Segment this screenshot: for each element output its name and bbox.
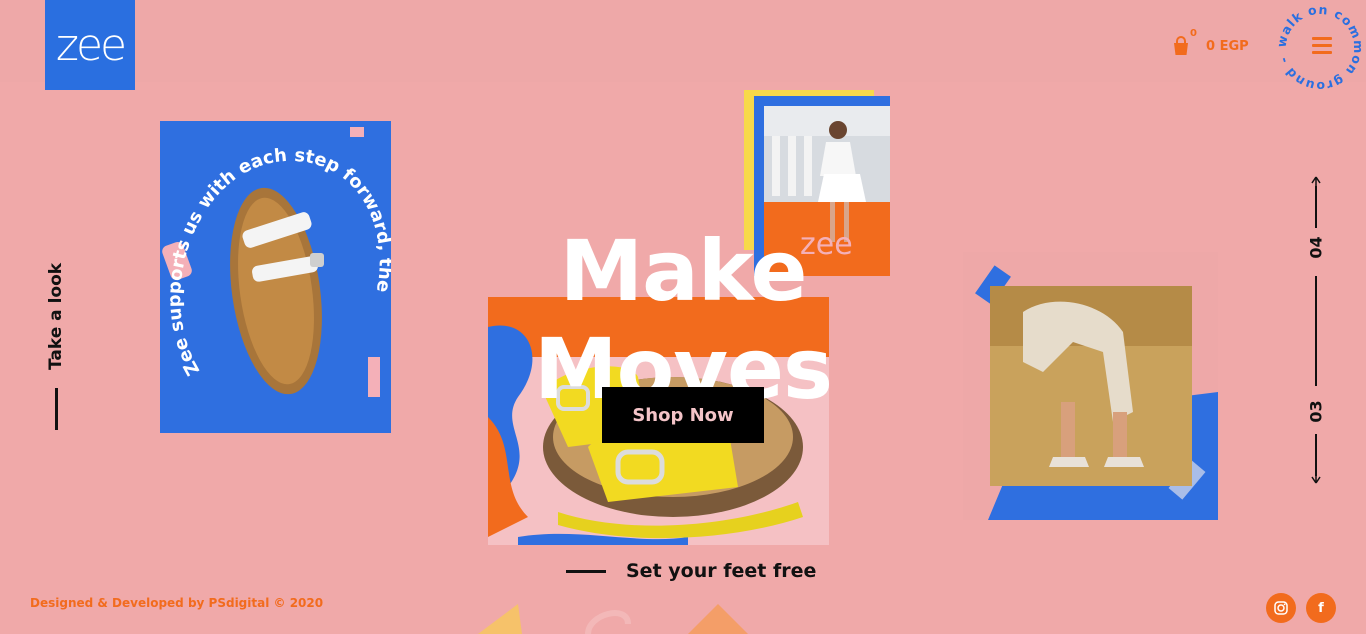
sandal-illustration: Zee supports us with each step forward, …	[162, 127, 391, 397]
menu-button[interactable]	[1312, 37, 1332, 55]
tagline-dash	[566, 569, 606, 573]
side-nav-left[interactable]: Take a look	[46, 250, 70, 430]
cart-button[interactable]: 0 0 EGP	[1170, 28, 1249, 56]
pager-line	[1315, 186, 1317, 228]
hamburger-bar	[1312, 51, 1332, 54]
cart-total: 0 EGP	[1206, 38, 1249, 54]
side-line	[55, 388, 58, 430]
logo[interactable]: zee	[45, 0, 135, 90]
top-bar	[0, 0, 1366, 82]
product-card-blue[interactable]: Zee supports us with each step forward, …	[160, 121, 391, 433]
footer-credit: Designed & Developed by PSdigital © 2020	[30, 596, 324, 610]
page-number-next: 03	[1306, 400, 1326, 423]
logo-text: zee	[55, 19, 127, 71]
slide-pager: 04 03	[1302, 176, 1330, 486]
instagram-icon[interactable]	[1266, 593, 1296, 623]
hamburger-bar	[1312, 44, 1332, 47]
decorative-shapes	[478, 604, 748, 634]
tagline-text: Set your feet free	[626, 560, 817, 582]
pager-line	[1315, 434, 1317, 476]
page-number-current: 04	[1306, 236, 1326, 259]
arrow-down-icon[interactable]	[1310, 474, 1322, 484]
hamburger-bar	[1312, 37, 1332, 40]
arrow-up-icon[interactable]	[1310, 176, 1322, 186]
tagline: Set your feet free	[566, 560, 816, 582]
lifestyle-photo	[963, 252, 1218, 520]
shop-now-button[interactable]: Shop Now	[602, 387, 764, 443]
shopping-bag-icon: 0	[1170, 28, 1197, 56]
facebook-glyph: f	[1318, 600, 1324, 616]
take-a-look-label[interactable]: Take a look	[46, 263, 66, 370]
lifestyle-photo-card[interactable]	[963, 252, 1218, 520]
pager-line	[1315, 276, 1317, 386]
cart-count-badge: 0	[1190, 28, 1197, 39]
facebook-icon[interactable]: f	[1306, 593, 1336, 623]
